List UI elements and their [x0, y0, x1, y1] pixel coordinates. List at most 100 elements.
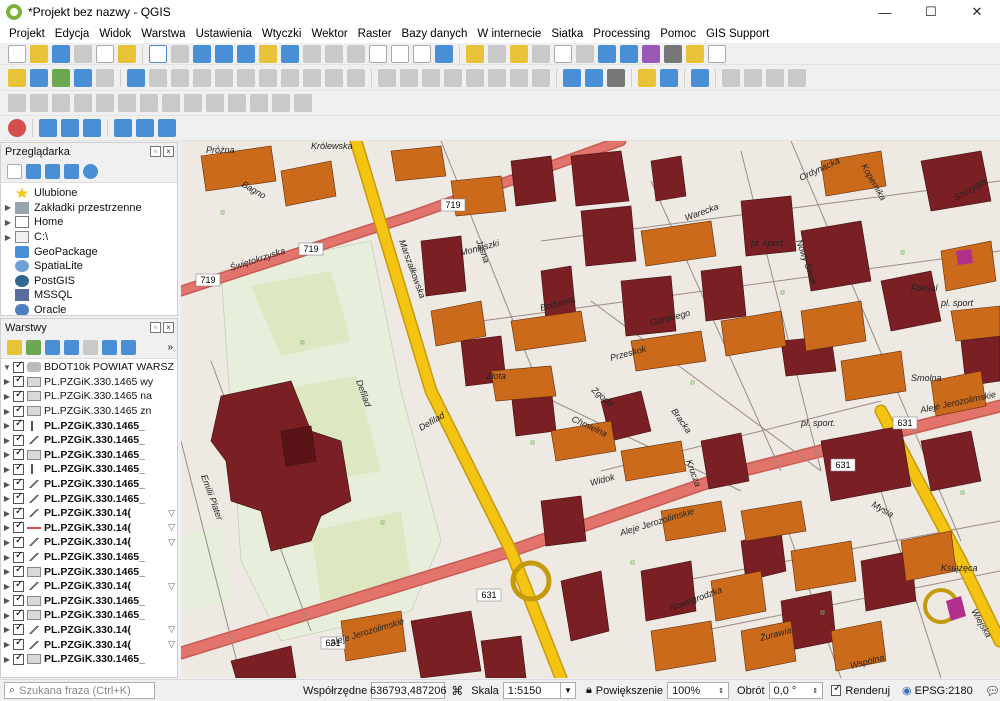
layer-row[interactable]: ▶ PL.PZGiK.330.1465_	[1, 550, 177, 565]
browser-item[interactable]: PostGIS	[1, 274, 177, 289]
browser-item[interactable]: SpatiaLite	[1, 259, 177, 274]
gis-support-icon[interactable]	[8, 119, 26, 137]
save-edits-icon[interactable]	[171, 68, 189, 87]
layer-row[interactable]: ▶ PL.PZGiK.330.1465 na	[1, 389, 177, 404]
plugin-icon[interactable]	[660, 68, 678, 87]
layer-row[interactable]: ▶ PL.PZGiK.330.14(▽	[1, 506, 177, 521]
sum-icon[interactable]	[642, 44, 660, 63]
expand-arrow-icon[interactable]: ▶	[1, 611, 13, 620]
undo-icon[interactable]	[325, 68, 343, 87]
layer-checkbox[interactable]	[13, 418, 24, 432]
layer-checkbox[interactable]	[13, 404, 24, 417]
car-icon[interactable]	[607, 68, 625, 87]
float-panel-icon[interactable]: ▫	[150, 322, 161, 333]
layer-row[interactable]: ▶ PL.PZGiK.330.1465_	[1, 477, 177, 492]
advanced-digitize-icon[interactable]	[8, 94, 26, 112]
redo-icon[interactable]	[347, 68, 365, 87]
scale-combobox[interactable]: 1:5150	[502, 682, 562, 699]
new-layer-icon[interactable]	[30, 68, 48, 87]
info-icon[interactable]	[83, 164, 98, 179]
layer-checkbox[interactable]	[13, 594, 24, 607]
expand-arrow-icon[interactable]: ▶	[1, 436, 13, 445]
filter-expression-icon[interactable]	[83, 340, 98, 355]
add-group-icon[interactable]	[26, 340, 41, 355]
offset-curve-icon[interactable]	[228, 94, 246, 112]
open-project-icon[interactable]	[30, 44, 48, 63]
menu-wektor[interactable]: Wektor	[306, 28, 352, 40]
change-label-icon[interactable]	[488, 68, 506, 87]
menu-bazy-danych[interactable]: Bazy danych	[397, 28, 473, 40]
action-icon[interactable]	[488, 44, 506, 63]
filter-icon[interactable]: ▽	[168, 624, 175, 635]
wms-icon[interactable]	[39, 119, 57, 137]
browser-item[interactable]: ▶ Zakładki przestrzenne	[1, 201, 177, 216]
filter-icon[interactable]: ▽	[168, 537, 175, 548]
add-feature-icon[interactable]	[193, 68, 211, 87]
lock-icon[interactable]: 🔒︎	[586, 684, 592, 697]
expand-all-icon[interactable]	[102, 340, 117, 355]
expand-arrow-icon[interactable]: ▶	[1, 640, 13, 649]
layer-checkbox[interactable]	[13, 564, 24, 578]
menu-widok[interactable]: Widok	[94, 28, 136, 40]
layer-checkbox[interactable]	[13, 491, 24, 505]
browser-item[interactable]: Ulubione	[1, 186, 177, 201]
menu-gis-support[interactable]: GIS Support	[701, 28, 774, 40]
add-delimited-icon[interactable]	[96, 68, 114, 87]
manage-visibility-icon[interactable]	[45, 340, 60, 355]
layer-checkbox[interactable]	[13, 608, 24, 621]
zoom-in-icon[interactable]	[193, 44, 211, 63]
expand-arrow-icon[interactable]: ▶	[1, 655, 13, 664]
expand-arrow-icon[interactable]: ▶	[1, 567, 13, 576]
attribute-table-icon[interactable]	[554, 44, 572, 63]
identify-icon[interactable]	[466, 44, 484, 63]
filter-browser-icon[interactable]	[45, 164, 60, 179]
layer-checkbox[interactable]	[13, 360, 24, 373]
expand-arrow-icon[interactable]: ▶	[1, 523, 13, 532]
close-panel-icon[interactable]: ×	[163, 322, 174, 333]
globe-icon[interactable]	[158, 119, 176, 137]
add-raster-icon[interactable]	[74, 68, 92, 87]
messages-icon[interactable]: 💬︎	[985, 684, 1000, 698]
more-icon[interactable]: »	[167, 342, 173, 353]
select-feature-icon[interactable]	[510, 44, 528, 63]
filter-icon[interactable]: ▽	[168, 508, 175, 519]
zoom-out-icon[interactable]	[215, 44, 233, 63]
label-tool-icon[interactable]	[378, 68, 396, 87]
browser-item[interactable]: GeoPackage	[1, 244, 177, 259]
layer-row[interactable]: ▶ PL.PZGiK.330.1465 wy	[1, 375, 177, 390]
layer-checkbox[interactable]	[13, 623, 24, 636]
rotate-feature-icon[interactable]	[52, 94, 70, 112]
layer-row[interactable]: ▶ PL.PZGiK.330.14(▽	[1, 535, 177, 550]
layers-plugin-icon[interactable]	[136, 119, 154, 137]
grid-icon[interactable]	[83, 119, 101, 137]
layer-checkbox[interactable]	[13, 652, 24, 665]
layer-checkbox[interactable]	[13, 433, 24, 446]
close-panel-icon[interactable]: ×	[163, 146, 174, 157]
new-project-icon[interactable]	[8, 44, 26, 63]
crs-button[interactable]: EPSG:2180	[915, 685, 973, 697]
delete-ring-icon[interactable]	[162, 94, 180, 112]
menu-edycja[interactable]: Edycja	[50, 28, 95, 40]
expand-arrow-icon[interactable]: ▶	[1, 465, 13, 474]
menu-processing[interactable]: Processing	[588, 28, 655, 40]
filter-icon[interactable]: ▽	[168, 581, 175, 592]
spin-arrows-icon[interactable]: ⇕	[718, 687, 724, 695]
close-button[interactable]: ✕	[954, 0, 1000, 24]
layer-checkbox[interactable]	[13, 550, 24, 563]
browser-item[interactable]: MSSQL	[1, 288, 177, 303]
rotation-spinbox[interactable]: 0,0 ° ⇕	[768, 682, 824, 699]
layer-row[interactable]: ▶ PL.PZGiK.330.1465_	[1, 433, 177, 448]
browser-item[interactable]: Oracle	[1, 303, 177, 315]
layer-row[interactable]: ▶ PL.PZGiK.330.1465_	[1, 448, 177, 463]
filter-icon[interactable]: ▽	[168, 522, 175, 533]
layer-checkbox[interactable]	[13, 375, 24, 388]
deselect-icon[interactable]	[532, 44, 550, 63]
add-selected-icon[interactable]	[7, 164, 22, 179]
show-bookmarks-icon[interactable]	[413, 44, 431, 63]
expand-arrow-icon[interactable]: ▶	[1, 582, 13, 591]
browser-item[interactable]: ▶ Home	[1, 215, 177, 230]
layout-manager-icon[interactable]	[118, 44, 136, 63]
crs-globe-icon[interactable]: ◉	[902, 684, 912, 697]
text-annotation-icon[interactable]	[708, 44, 726, 63]
layer-row[interactable]: ▶ PL.PZGiK.330.1465_	[1, 418, 177, 433]
